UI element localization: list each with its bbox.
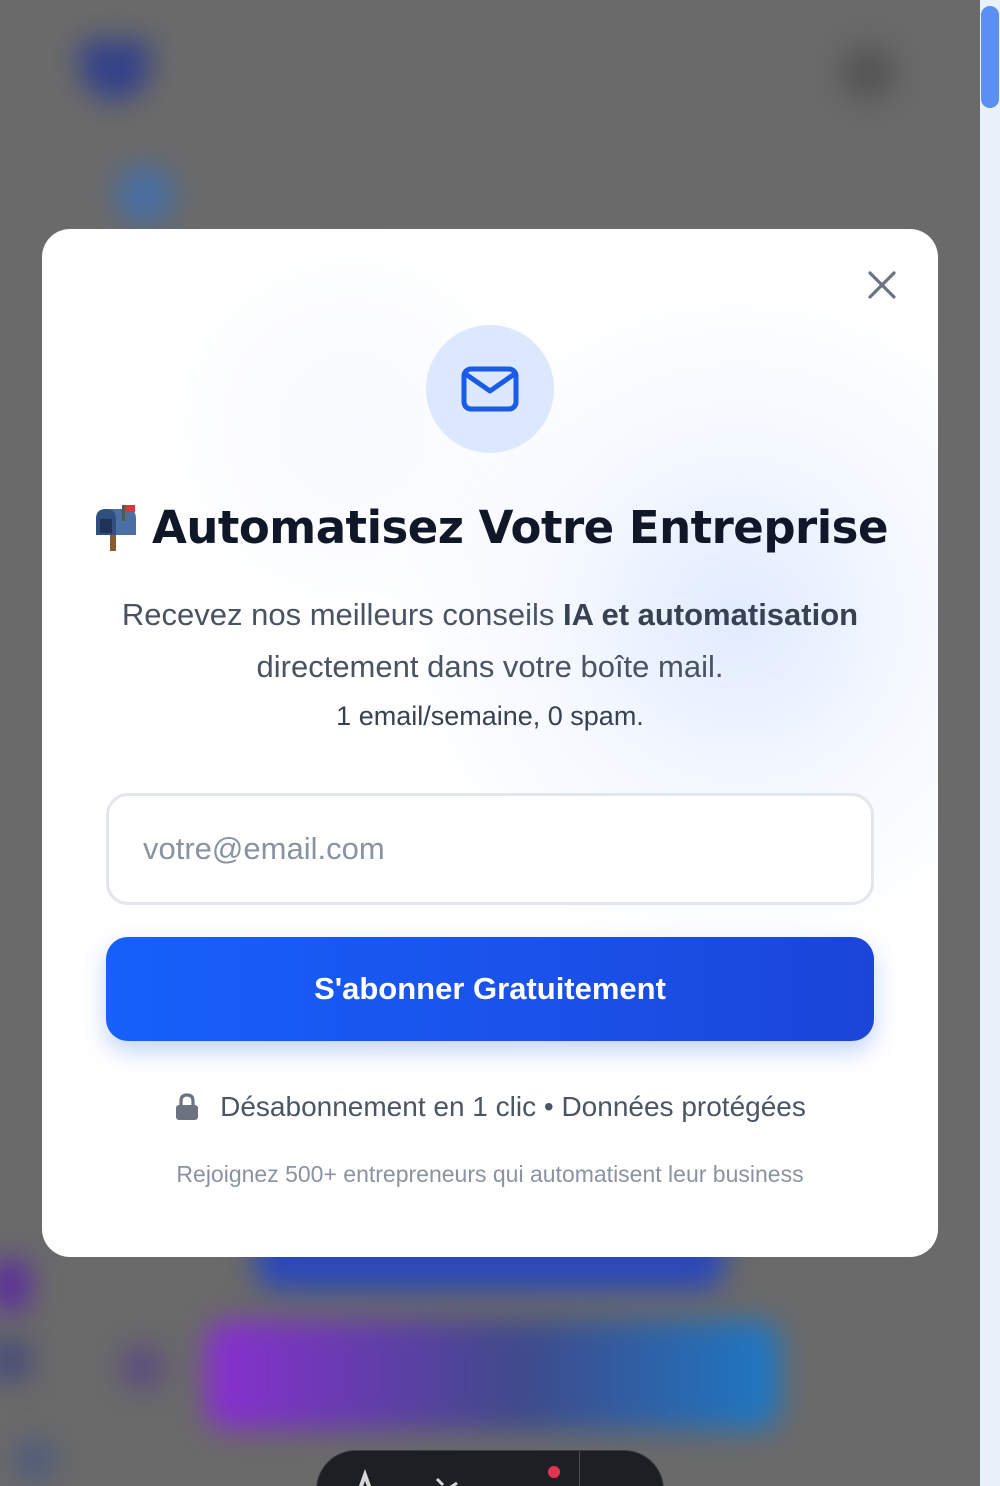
subscribe-button[interactable]: S'abonner Gratuitement: [106, 937, 874, 1041]
newsletter-modal: Automatisez Votre Entreprise Recevez nos…: [42, 229, 938, 1257]
mailbox-icon: [96, 504, 137, 551]
frequency-note: 1 email/semaine, 0 spam.: [336, 701, 644, 731]
background-icon: [15, 1440, 55, 1480]
modal-subtitle: Recevez nos meilleurs conseils IA et aut…: [102, 589, 878, 693]
close-icon: [868, 271, 896, 299]
background-logo: [80, 40, 150, 100]
menu-tool-icon[interactable]: [509, 1469, 545, 1486]
privacy-text: Désabonnement en 1 clic • Données protég…: [220, 1091, 806, 1122]
modal-title: Automatisez Votre Entreprise: [152, 501, 888, 554]
subtitle-text: Recevez nos meilleurs conseils: [121, 597, 563, 632]
envelope-icon: [461, 366, 519, 412]
lock-icon: [176, 1093, 199, 1120]
background-banner: [205, 1320, 780, 1430]
email-input[interactable]: [106, 793, 874, 905]
text-tool-icon[interactable]: [347, 1469, 383, 1486]
background-block: [0, 1260, 30, 1310]
background-block: [0, 1340, 30, 1380]
draw-tool-icon[interactable]: [427, 1469, 463, 1486]
background-avatar: [840, 45, 896, 101]
notification-badge: [548, 1466, 560, 1478]
floating-toolbar: [316, 1450, 664, 1486]
subtitle-text: directement dans votre boîte mail.: [256, 649, 724, 684]
background-icon: [120, 1345, 164, 1389]
social-proof-text: Rejoignez 500+ entrepreneurs qui automat…: [176, 1161, 804, 1187]
scrollbar-thumb[interactable]: [981, 6, 999, 108]
background-icon: [115, 165, 175, 225]
toolbar-divider: [579, 1451, 580, 1486]
close-button[interactable]: [862, 265, 902, 305]
modal-title-row: Automatisez Votre Entreprise: [42, 501, 938, 554]
envelope-icon-circle: [426, 325, 554, 453]
privacy-row: Désabonnement en 1 clic • Données protég…: [42, 1091, 938, 1123]
subtitle-emphasis: IA et automatisation: [562, 597, 859, 632]
gear-icon[interactable]: [601, 1469, 637, 1486]
scrollbar-track[interactable]: [980, 0, 1000, 1486]
